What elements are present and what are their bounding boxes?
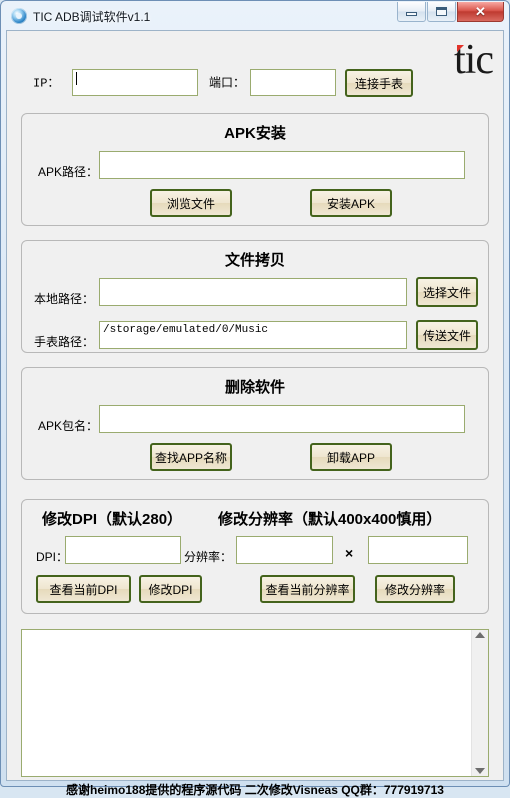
- title-bar: TIC ADB调试软件v1.1 ✕: [6, 2, 504, 27]
- local-path-input[interactable]: [99, 278, 407, 306]
- window-title: TIC ADB调试软件v1.1: [33, 9, 151, 24]
- ip-label: IP：: [33, 76, 60, 91]
- log-output-panel: [21, 629, 489, 777]
- client-area: IP： 端口： 连接手表 tic APK安装 APK路径： 浏览文件 安装APK…: [6, 30, 504, 797]
- package-name-label: APK包名：: [38, 419, 99, 433]
- install-apk-button[interactable]: 安装APK: [310, 189, 392, 217]
- watch-path-label: 手表路径：: [34, 335, 95, 349]
- set-resolution-button[interactable]: 修改分辨率: [375, 575, 455, 603]
- port-input[interactable]: [250, 69, 336, 96]
- ip-input[interactable]: [72, 69, 198, 96]
- local-path-label: 本地路径：: [34, 292, 95, 306]
- apk-path-label: APK路径：: [38, 165, 99, 179]
- connect-watch-button[interactable]: 连接手表: [345, 69, 413, 97]
- find-app-name-button[interactable]: 查找APP名称: [150, 443, 232, 471]
- log-scrollbar[interactable]: [471, 630, 488, 776]
- scroll-down-arrow-icon[interactable]: [475, 768, 485, 774]
- send-file-button[interactable]: 传送文件: [416, 320, 478, 350]
- view-current-resolution-button[interactable]: 查看当前分辨率: [260, 575, 355, 603]
- file-copy-group: 文件拷贝 本地路径： 选择文件 手表路径： /storage/emulated/…: [21, 240, 489, 353]
- resolution-label: 分辨率：: [184, 550, 233, 564]
- multiply-symbol: ×: [345, 545, 354, 561]
- uninstall-group: 删除软件 APK包名： 查找APP名称 卸载APP: [21, 367, 489, 480]
- modify-dpi-title: 修改DPI（默认280）: [42, 511, 183, 528]
- view-current-dpi-button[interactable]: 查看当前DPI: [36, 575, 131, 603]
- text-caret: [76, 72, 77, 85]
- minimize-button[interactable]: [397, 2, 426, 22]
- dpi-label: DPI：: [36, 550, 69, 564]
- minimize-icon: [406, 12, 417, 16]
- port-label: 端口：: [209, 75, 246, 90]
- maximize-icon: [436, 7, 447, 16]
- tic-logo-tick-icon: [457, 45, 464, 52]
- apk-install-title: APK安装: [224, 125, 286, 142]
- app-window: TIC ADB调试软件v1.1 ✕ IP： 端口： 连接手表 tic APK安装…: [0, 0, 510, 797]
- footer-credit: 感谢heimo188提供的程序源代码 二次修改Visneas QQ群：77791…: [66, 783, 444, 797]
- package-name-input[interactable]: [99, 405, 465, 433]
- close-button[interactable]: ✕: [457, 2, 504, 22]
- watch-path-input[interactable]: /storage/emulated/0/Music: [99, 321, 407, 349]
- choose-file-button[interactable]: 选择文件: [416, 277, 478, 307]
- resolution-width-input[interactable]: [236, 536, 333, 564]
- apk-install-group: APK安装 APK路径： 浏览文件 安装APK: [21, 113, 489, 226]
- log-output-textarea[interactable]: [22, 630, 471, 776]
- scroll-up-arrow-icon[interactable]: [475, 632, 485, 638]
- maximize-button[interactable]: [427, 2, 456, 22]
- tic-logo: tic: [454, 37, 494, 83]
- display-settings-group: 修改DPI（默认280） 修改分辨率（默认400x400慎用） DPI： 分辨率…: [21, 499, 489, 614]
- browse-file-button[interactable]: 浏览文件: [150, 189, 232, 217]
- window-controls: ✕: [397, 2, 504, 22]
- uninstall-app-button[interactable]: 卸载APP: [310, 443, 392, 471]
- tic-logo-text: tic: [454, 37, 494, 83]
- close-icon: ✕: [475, 4, 486, 19]
- connection-row: IP： 端口： 连接手表 tic: [7, 31, 503, 97]
- app-disc-icon: [11, 8, 27, 24]
- uninstall-title: 删除软件: [224, 379, 285, 396]
- set-dpi-button[interactable]: 修改DPI: [139, 575, 202, 603]
- apk-path-input[interactable]: [99, 151, 465, 179]
- file-copy-title: 文件拷贝: [224, 252, 285, 269]
- modify-resolution-title: 修改分辨率（默认400x400慎用）: [218, 511, 442, 528]
- resolution-height-input[interactable]: [368, 536, 468, 564]
- dpi-input[interactable]: [65, 536, 181, 564]
